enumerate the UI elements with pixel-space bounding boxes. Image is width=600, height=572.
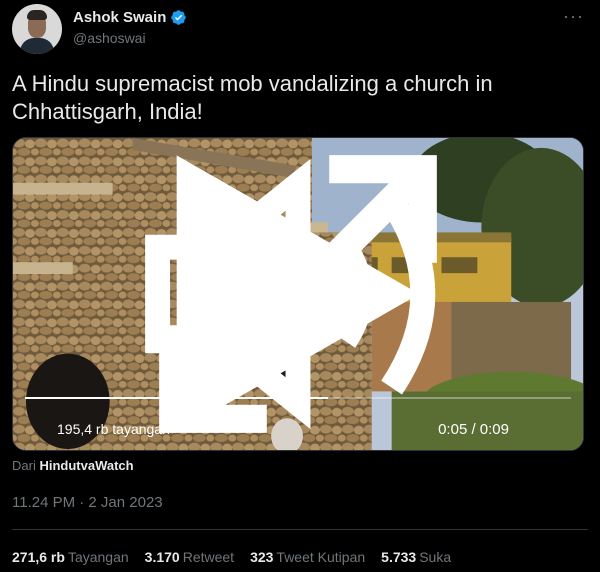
avatar[interactable] [12,4,62,54]
author-name-row: Ashok Swain [73,9,187,26]
tweet-text: A Hindu supremacist mob vandalizing a ch… [12,71,493,124]
author-display-name[interactable]: Ashok Swain [73,9,166,26]
tweet-stats: 271,6 rb Tayangan 3.170 Retweet 323 Tweet K… [12,549,451,565]
stat-number: 323 [250,549,274,565]
stat-label: Suka [419,549,452,565]
avatar-hair [27,10,47,20]
stat-number: 3.170 [144,549,180,565]
video-player[interactable]: 195,4 rb tayangan 0:05 / 0:09 [12,137,584,451]
stat-label: Retweet [182,549,235,565]
stat-label: Tweet Kutipan [276,549,366,565]
media-source-prefix: Dari [12,458,36,473]
fullscreen-icon[interactable] [13,138,583,450]
stat-label: Tayangan [67,549,129,565]
media-source-account[interactable]: HindutvaWatch [39,458,133,473]
verified-badge-icon [171,10,187,25]
stat-views[interactable]: 271,6 rb Tayangan [12,549,129,565]
stat-quote-tweets[interactable]: 323 Tweet Kutipan [250,549,365,565]
divider [12,529,588,530]
stat-number: 271,6 rb [12,549,65,565]
media-source: Dari HindutvaWatch [12,458,134,473]
stat-number: 5.733 [381,549,417,565]
more-horizontal-icon[interactable]: ··· [563,6,584,27]
tweet-timestamp[interactable]: 11.24 PM · 2 Jan 2023 [12,494,163,511]
stat-likes[interactable]: 5.733 Suka [381,549,451,565]
author-handle[interactable]: @ashoswai [73,30,146,46]
avatar-shirt [20,38,54,54]
tweet: Ashok Swain @ashoswai ··· A Hindu suprem… [0,0,600,572]
stat-retweets[interactable]: 3.170 Retweet [145,549,234,565]
